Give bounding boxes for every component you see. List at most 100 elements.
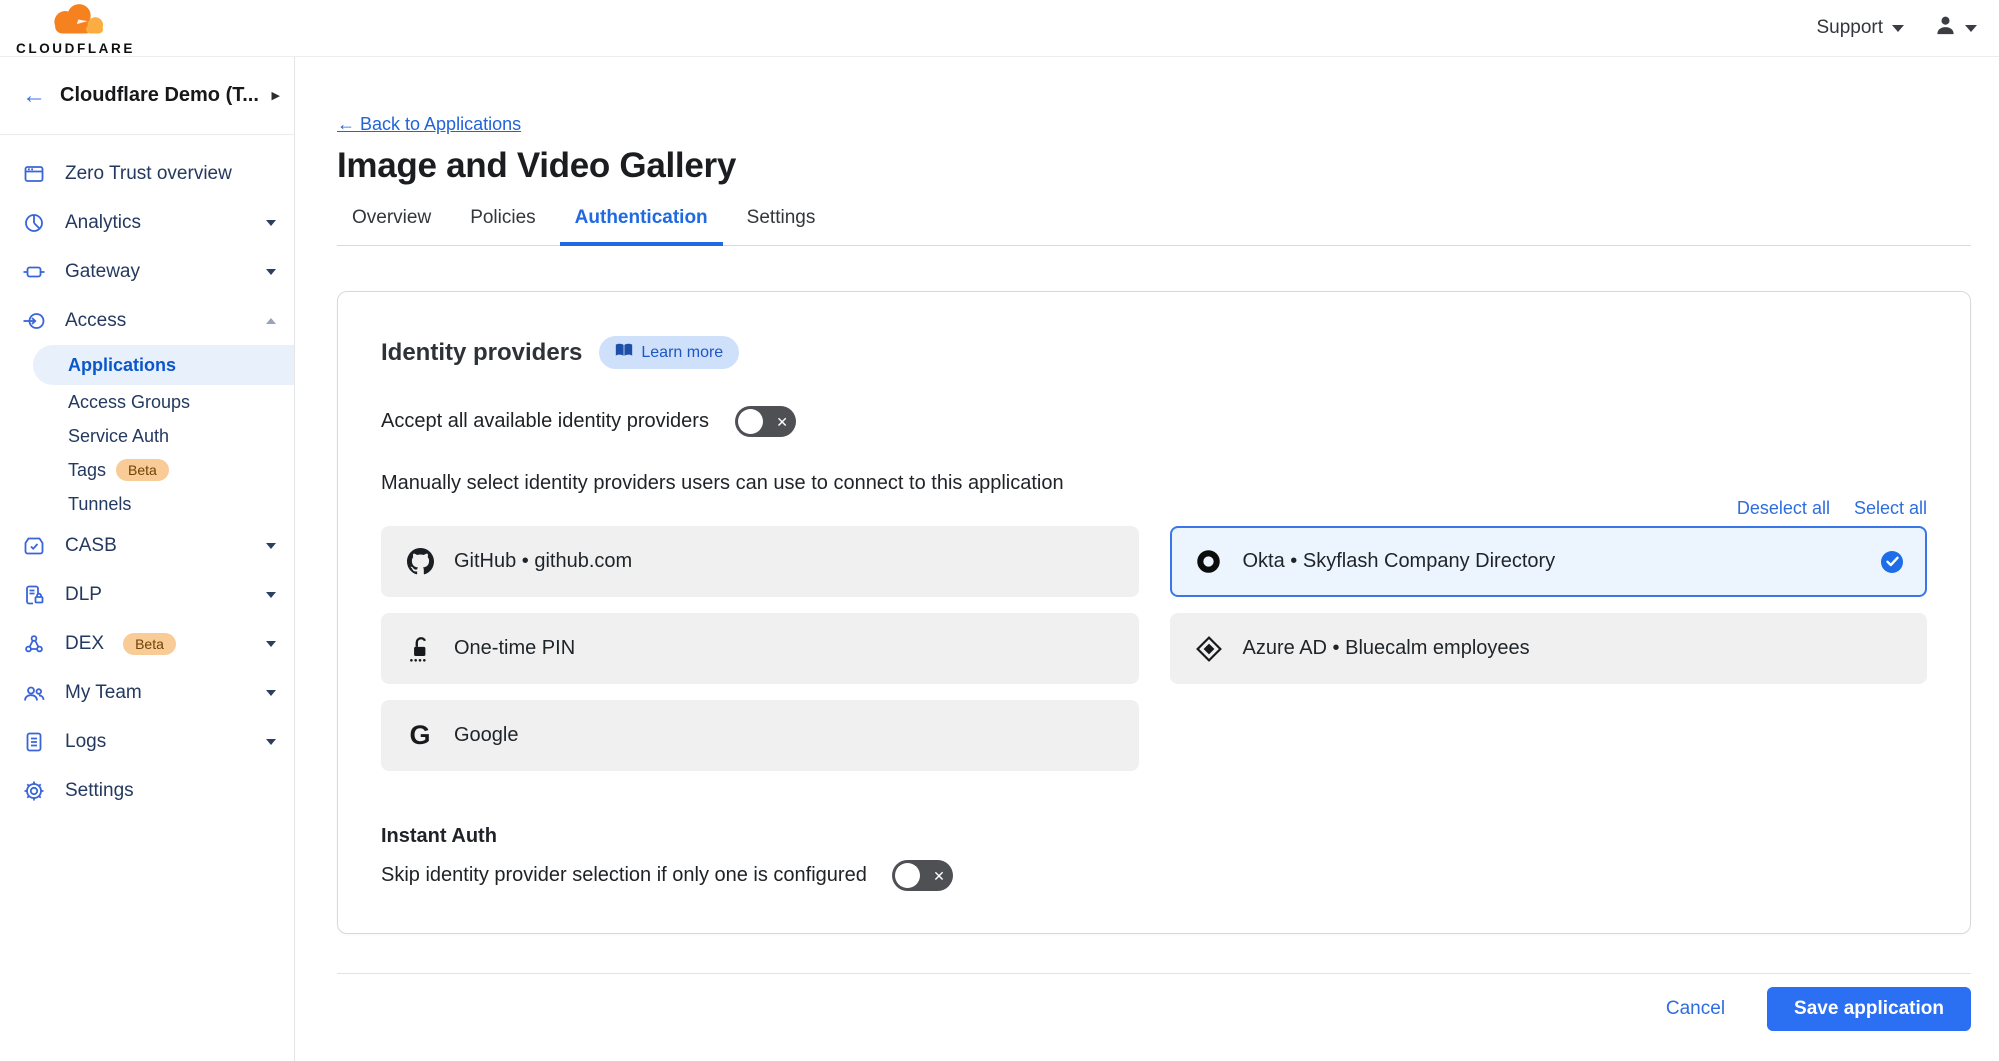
provider-grid: GitHub • github.com Okta • Skyflash Comp… xyxy=(381,526,1927,771)
sidebar-item-label: Access xyxy=(65,310,126,332)
beta-badge: Beta xyxy=(123,633,176,655)
learn-more-label: Learn more xyxy=(641,344,723,362)
selected-check-icon xyxy=(1881,551,1903,573)
top-bar: CLOUDFLARE Support xyxy=(0,0,1999,57)
sidebar-item-access-groups[interactable]: Access Groups xyxy=(0,385,294,419)
account-name: Cloudflare Demo (T... xyxy=(60,84,258,107)
cloudflare-wordmark: CLOUDFLARE xyxy=(16,41,135,56)
chevron-down-icon[interactable] xyxy=(266,690,276,696)
provider-name: Okta • Skyflash Company Directory xyxy=(1243,550,1556,573)
tab-settings[interactable]: Settings xyxy=(732,207,831,246)
sidebar-item-casb[interactable]: CASB xyxy=(0,521,294,570)
tab-overview[interactable]: Overview xyxy=(337,207,446,246)
accept-all-label: Accept all available identity providers xyxy=(381,410,709,433)
analytics-icon xyxy=(21,211,46,235)
chevron-down-icon[interactable] xyxy=(266,269,276,275)
sidebar-item-analytics[interactable]: Analytics xyxy=(0,198,294,247)
one-time-pin-icon xyxy=(405,635,435,663)
provider-card-github[interactable]: GitHub • github.com xyxy=(381,526,1139,597)
chevron-right-icon[interactable]: ▶ xyxy=(272,89,280,102)
chevron-down-icon[interactable] xyxy=(266,592,276,598)
support-label: Support xyxy=(1816,17,1883,39)
chevron-down-icon[interactable] xyxy=(266,641,276,647)
sidebar-item-label: CASB xyxy=(65,535,117,557)
manual-select-label: Manually select identity providers users… xyxy=(381,472,1927,495)
dex-icon xyxy=(21,632,46,656)
accept-all-toggle[interactable]: ✕ xyxy=(735,406,796,437)
toggle-off-x-icon: ✕ xyxy=(776,415,788,429)
provider-card-azure-ad[interactable]: Azure AD • Bluecalm employees xyxy=(1170,613,1928,684)
book-icon xyxy=(615,342,633,363)
provider-card-okta[interactable]: Okta • Skyflash Company Directory xyxy=(1170,526,1928,597)
chevron-down-icon[interactable] xyxy=(266,543,276,549)
sidebar-item-zero-trust-overview[interactable]: Zero Trust overview xyxy=(0,149,294,198)
sidebar-nav: Zero Trust overview Analytics Gateway xyxy=(0,135,294,815)
tab-policies[interactable]: Policies xyxy=(455,207,550,246)
provider-card-google[interactable]: G Google xyxy=(381,700,1139,771)
access-icon xyxy=(21,309,46,333)
sidebar-item-applications[interactable]: Applications xyxy=(33,345,294,385)
sidebar-item-dlp[interactable]: DLP xyxy=(0,570,294,619)
tab-bar: Overview Policies Authentication Setting… xyxy=(337,207,1971,246)
sidebar-item-label: Logs xyxy=(65,731,106,753)
cancel-button[interactable]: Cancel xyxy=(1666,998,1725,1020)
instant-auth-heading: Instant Auth xyxy=(381,825,1927,848)
chevron-down-icon xyxy=(1892,25,1904,32)
logs-icon xyxy=(21,730,46,754)
account-switcher[interactable]: ← Cloudflare Demo (T... ▶ xyxy=(0,57,294,135)
sub-item-label: Access Groups xyxy=(68,392,190,413)
sidebar-item-dex[interactable]: DEX Beta xyxy=(0,619,294,668)
provider-name: One-time PIN xyxy=(454,637,575,660)
sub-item-label: Applications xyxy=(68,355,176,376)
sidebar-item-label: DLP xyxy=(65,584,102,606)
overview-icon xyxy=(21,162,46,186)
sub-item-label: Tunnels xyxy=(68,494,131,515)
sidebar-item-gateway[interactable]: Gateway xyxy=(0,247,294,296)
provider-card-one-time-pin[interactable]: One-time PIN xyxy=(381,613,1139,684)
card-heading: Identity providers xyxy=(381,339,582,367)
casb-icon xyxy=(21,534,46,558)
beta-badge: Beta xyxy=(116,459,169,481)
user-icon xyxy=(1934,14,1957,42)
chevron-down-icon[interactable] xyxy=(266,220,276,226)
page-title: Image and Video Gallery xyxy=(337,146,1971,186)
save-application-button[interactable]: Save application xyxy=(1767,987,1971,1031)
provider-name: Azure AD • Bluecalm employees xyxy=(1243,637,1530,660)
sidebar-item-tags[interactable]: Tags Beta xyxy=(0,453,294,487)
sidebar: ← Cloudflare Demo (T... ▶ Zero Trust ove… xyxy=(0,57,295,1061)
footer-actions: Cancel Save application xyxy=(337,987,1971,1031)
sidebar-item-label: Gateway xyxy=(65,261,140,283)
cloudflare-logo: CLOUDFLARE xyxy=(12,1,135,56)
sidebar-item-service-auth[interactable]: Service Auth xyxy=(0,419,294,453)
toggle-knob xyxy=(895,863,920,888)
deselect-all-link[interactable]: Deselect all xyxy=(1737,498,1830,519)
back-arrow-icon[interactable]: ← xyxy=(22,84,46,108)
chevron-down-icon[interactable] xyxy=(266,739,276,745)
user-menu[interactable] xyxy=(1934,14,1977,42)
instant-auth-toggle[interactable]: ✕ xyxy=(892,860,953,891)
back-to-applications-link[interactable]: ← Back to Applications xyxy=(337,114,521,135)
sidebar-item-access[interactable]: Access xyxy=(0,296,294,345)
toggle-off-x-icon: ✕ xyxy=(933,869,945,883)
provider-name: Google xyxy=(454,724,519,747)
google-icon: G xyxy=(405,722,435,749)
sub-item-label: Service Auth xyxy=(68,426,169,447)
select-all-link[interactable]: Select all xyxy=(1854,498,1927,519)
my-team-icon xyxy=(21,681,46,705)
cloudflare-cloud-icon xyxy=(39,1,113,40)
sidebar-item-settings[interactable]: Settings xyxy=(0,766,294,815)
provider-name: GitHub • github.com xyxy=(454,550,632,573)
gear-icon xyxy=(21,779,46,803)
sidebar-item-tunnels[interactable]: Tunnels xyxy=(0,487,294,521)
sidebar-item-label: Zero Trust overview xyxy=(65,163,232,185)
instant-auth-label: Skip identity provider selection if only… xyxy=(381,864,867,887)
main-content: ← Back to Applications Image and Video G… xyxy=(295,57,1999,1061)
sub-item-label: Tags xyxy=(68,460,106,481)
support-dropdown[interactable]: Support xyxy=(1816,17,1904,39)
okta-icon xyxy=(1194,548,1224,575)
sidebar-item-logs[interactable]: Logs xyxy=(0,717,294,766)
sidebar-item-my-team[interactable]: My Team xyxy=(0,668,294,717)
learn-more-badge[interactable]: Learn more xyxy=(599,336,739,369)
chevron-up-icon[interactable] xyxy=(266,318,276,324)
tab-authentication[interactable]: Authentication xyxy=(560,207,723,246)
